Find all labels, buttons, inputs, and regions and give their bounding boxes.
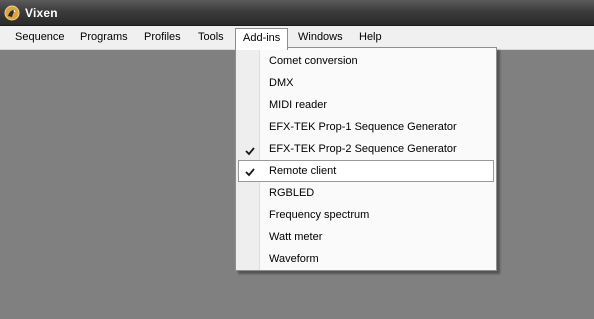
menu-item-label: EFX-TEK Prop-2 Sequence Generator bbox=[269, 143, 457, 155]
menu-profiles[interactable]: Profiles bbox=[137, 28, 188, 47]
menu-item-label: RGBLED bbox=[269, 187, 315, 199]
menu-item-label: Comet conversion bbox=[269, 55, 358, 67]
menu-item-efx-tek-prop-1[interactable]: EFX-TEK Prop-1 Sequence Generator bbox=[238, 116, 494, 138]
menu-item-label: Frequency spectrum bbox=[269, 209, 370, 221]
menu-programs[interactable]: Programs bbox=[73, 28, 135, 47]
menu-item-midi-reader[interactable]: MIDI reader bbox=[238, 94, 494, 116]
menu-item-label: EFX-TEK Prop-1 Sequence Generator bbox=[269, 121, 457, 133]
menu-item-waveform[interactable]: Waveform bbox=[238, 248, 494, 270]
checkmark-icon bbox=[244, 165, 256, 177]
title-bar[interactable]: Vixen bbox=[0, 0, 594, 26]
menu-item-watt-meter[interactable]: Watt meter bbox=[238, 226, 494, 248]
menu-help[interactable]: Help bbox=[352, 28, 389, 47]
menu-item-dmx[interactable]: DMX bbox=[238, 72, 494, 94]
menu-tools[interactable]: Tools bbox=[191, 28, 231, 47]
add-ins-dropdown: Comet conversion DMX MIDI reader EFX-TEK… bbox=[235, 47, 497, 271]
window-title: Vixen bbox=[25, 6, 58, 20]
menu-item-frequency-spectrum[interactable]: Frequency spectrum bbox=[238, 204, 494, 226]
menu-item-label: Watt meter bbox=[269, 231, 323, 243]
menu-windows[interactable]: Windows bbox=[291, 28, 350, 47]
menu-item-remote-client[interactable]: Remote client bbox=[238, 160, 494, 182]
menu-item-rgbled[interactable]: RGBLED bbox=[238, 182, 494, 204]
menu-sequence[interactable]: Sequence bbox=[8, 28, 72, 47]
menu-item-label: DMX bbox=[269, 77, 294, 89]
menu-item-label: MIDI reader bbox=[269, 99, 328, 111]
menu-item-efx-tek-prop-2[interactable]: EFX-TEK Prop-2 Sequence Generator bbox=[238, 138, 494, 160]
vixen-logo-icon[interactable] bbox=[4, 5, 20, 21]
menu-item-label: Waveform bbox=[269, 253, 319, 265]
menu-add-ins[interactable]: Add-ins bbox=[235, 28, 289, 50]
checkmark-icon bbox=[244, 143, 256, 156]
menu-item-comet-conversion[interactable]: Comet conversion bbox=[238, 50, 494, 72]
menu-item-label: Remote client bbox=[269, 165, 337, 177]
